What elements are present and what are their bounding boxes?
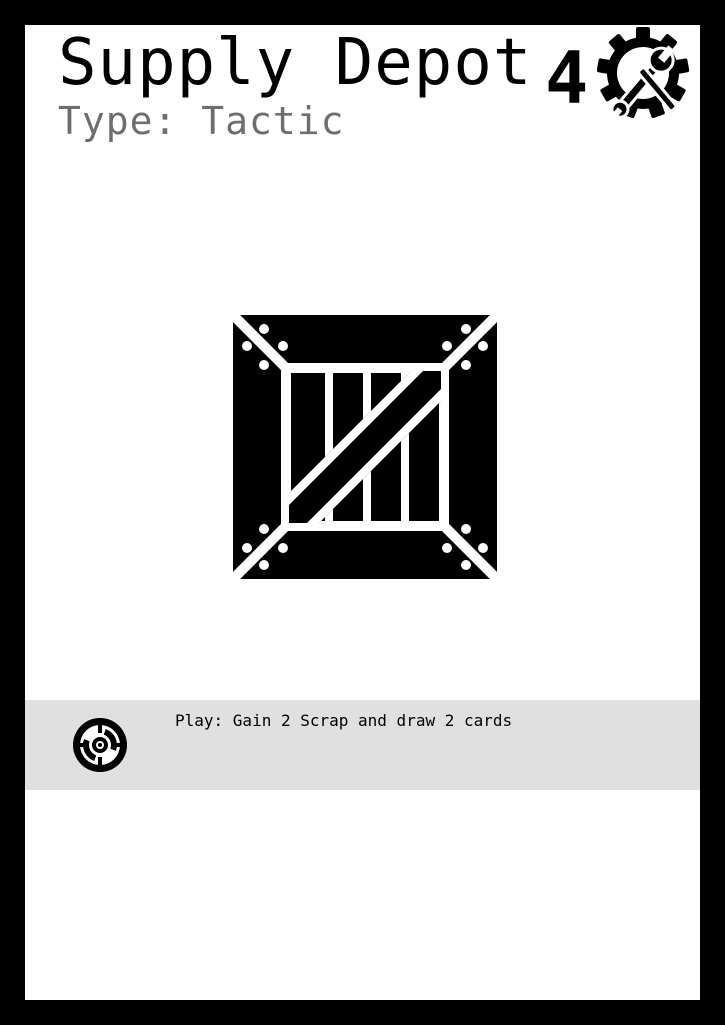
card-cost: 4 (545, 36, 589, 120)
target-play-icon (73, 718, 127, 772)
ability-box: Play: Gain 2 Scrap and draw 2 cards (25, 700, 700, 790)
ability-text: Play: Gain 2 Scrap and draw 2 cards (175, 711, 513, 730)
wooden-crate-icon (233, 315, 497, 579)
card-title: Supply Depot (58, 26, 533, 100)
card-type-line: Type: Tactic (58, 99, 345, 143)
gear-wrench-icon (597, 27, 690, 121)
game-card: Supply Depot Type: Tactic 4 Play: Gain 2… (25, 25, 700, 1000)
